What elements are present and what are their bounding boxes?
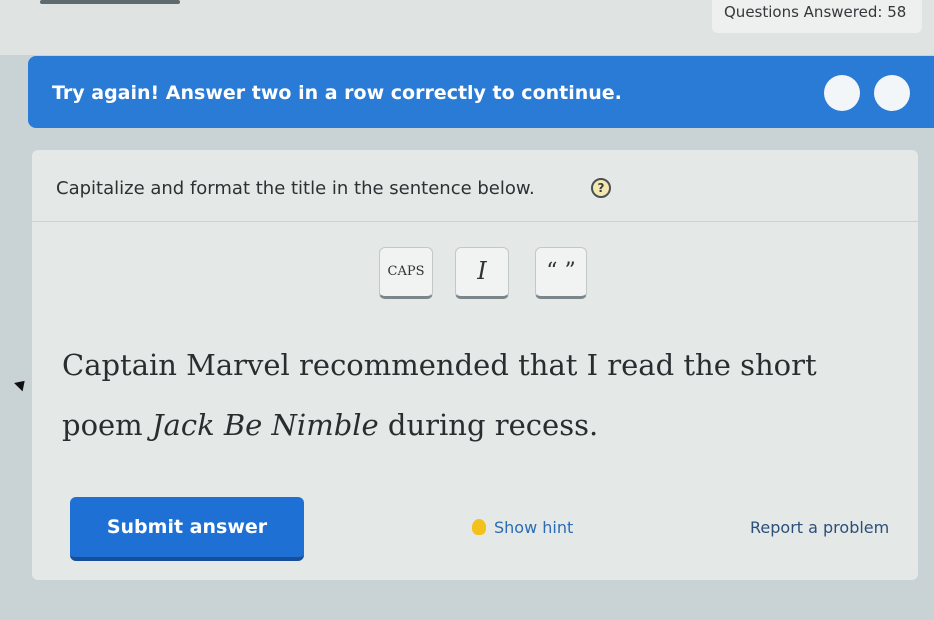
quotes-button[interactable]: “ ” (535, 247, 587, 299)
mouse-cursor-icon (14, 376, 29, 392)
streak-indicator-2 (874, 75, 910, 111)
italic-button[interactable]: I (455, 247, 509, 299)
banner-message: Try again! Answer two in a row correctly… (52, 82, 622, 104)
streak-indicator-1 (824, 75, 860, 111)
questions-answered-value: 58 (887, 3, 907, 21)
editable-sentence[interactable]: Captain Marvel recommended that I read t… (62, 335, 902, 455)
sentence-line-2[interactable]: poem Jack Be Nimble during recess. (62, 395, 902, 455)
questions-answered-box: Questions Answered: 58 (712, 0, 922, 33)
question-card: Capitalize and format the title in the s… (32, 150, 918, 580)
show-hint-label[interactable]: Show hint (494, 518, 573, 537)
report-problem-link[interactable]: Report a problem (750, 516, 889, 540)
sentence-prefix[interactable]: poem (62, 408, 152, 442)
sentence-line-1[interactable]: Captain Marvel recommended that I read t… (62, 335, 902, 395)
sentence-suffix[interactable]: during recess. (379, 408, 598, 442)
feedback-banner: Try again! Answer two in a row correctly… (28, 56, 934, 128)
lightbulb-icon (472, 519, 486, 535)
submit-answer-button[interactable]: Submit answer (70, 497, 304, 561)
top-bar: Questions Answered: 58 (0, 0, 934, 55)
sentence-title[interactable]: Jack Be Nimble (152, 408, 379, 442)
question-prompt: Capitalize and format the title in the s… (56, 178, 535, 199)
help-icon[interactable]: ? (591, 178, 611, 198)
progress-line (40, 0, 180, 4)
caps-button[interactable]: CAPS (379, 247, 433, 299)
question-prompt-area: Capitalize and format the title in the s… (32, 150, 918, 222)
questions-answered-label: Questions Answered: (724, 3, 883, 21)
show-hint-link[interactable]: Show hint (472, 516, 573, 540)
